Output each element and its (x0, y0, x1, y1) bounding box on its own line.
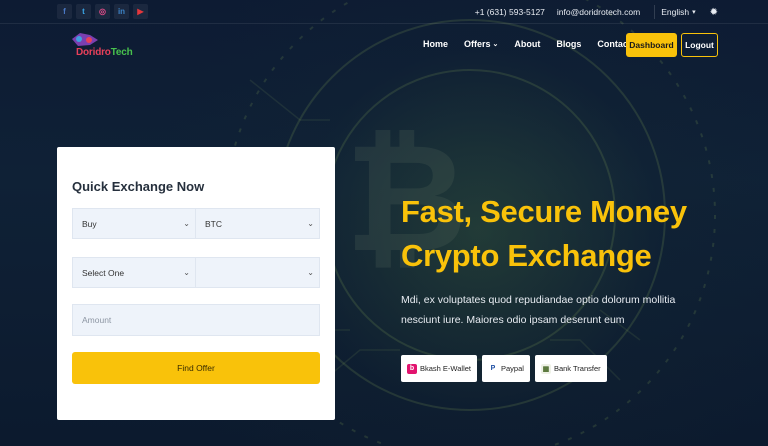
nav-offers[interactable]: Offers ⌄ (464, 39, 498, 49)
bkash-icon: b (407, 363, 417, 374)
divider (654, 5, 656, 19)
youtube-icon[interactable]: ▶ (133, 4, 148, 19)
chevron-down-icon: ⌄ (183, 268, 190, 277)
amount-input[interactable]: Amount (72, 304, 320, 336)
exchange-type-value: Buy (82, 218, 97, 229)
payment-paypal[interactable]: P Paypal (482, 355, 530, 382)
logo-text: DoridroTech (76, 47, 133, 58)
secondary-method-select[interactable]: ⌄ (195, 257, 320, 288)
payment-method-value: Select One (82, 267, 125, 278)
hero-title-line-2: Crypto Exchange (401, 238, 652, 273)
chevron-down-icon: ⌄ (492, 41, 499, 48)
amount-placeholder: Amount (82, 315, 112, 325)
logout-button[interactable]: Logout (681, 33, 718, 57)
hero-description: Mdi, ex voluptates quod repudiandae opti… (401, 294, 676, 326)
quick-exchange-card: Quick Exchange Now Buy ⌄ BTC ⌄ Select On… (57, 147, 335, 420)
hero-title-line-1: Fast, Secure Money (401, 194, 687, 229)
nav-blogs[interactable]: Blogs (556, 39, 581, 49)
payment-methods: b Bkash E-Wallet P Paypal ▦ Bank Transfe… (401, 355, 607, 382)
logo-part-2: Tech (110, 47, 133, 58)
payment-method-select[interactable]: Select One ⌄ (72, 257, 196, 288)
instagram-icon[interactable]: ◎ (95, 4, 110, 19)
site-logo[interactable]: DoridroTech (70, 31, 138, 63)
payment-label: Bank Transfer (553, 364, 601, 373)
chevron-down-icon: ⌄ (307, 268, 314, 277)
payment-label: Paypal (501, 364, 524, 373)
currency-value: BTC (205, 218, 222, 229)
nav-about[interactable]: About (514, 39, 540, 49)
paypal-icon: P (490, 365, 496, 372)
facebook-icon[interactable]: f (57, 4, 72, 19)
top-bar: f t ◎ in ▶ +1 (631) 593-5127 info@doridrotec… (0, 0, 768, 24)
language-select[interactable]: English ▾ (661, 7, 695, 17)
linkedin-icon[interactable]: in (114, 4, 129, 19)
chevron-down-icon: ⌄ (307, 219, 314, 228)
email-address[interactable]: info@doridrotech.com (557, 7, 640, 17)
payment-bkash[interactable]: b Bkash E-Wallet (401, 355, 477, 382)
bank-icon: ▦ (540, 363, 551, 374)
chevron-down-icon: ⌄ (183, 219, 190, 228)
main-nav: Home Offers ⌄ About Blogs Contact (423, 39, 647, 49)
chevron-down-icon: ▾ (692, 9, 696, 16)
dashboard-button[interactable]: Dashboard (626, 33, 677, 57)
contact-info: +1 (631) 593-5127 info@doridrotech.com E… (475, 5, 718, 19)
logo-part-1: Doridro (76, 47, 111, 58)
nav-offers-label: Offers (464, 39, 491, 49)
card-title: Quick Exchange Now (72, 179, 205, 194)
social-links: f t ◎ in ▶ (57, 4, 148, 19)
payment-label: Bkash E-Wallet (420, 364, 471, 373)
currency-select[interactable]: BTC ⌄ (195, 208, 320, 239)
twitter-icon[interactable]: t (76, 4, 91, 19)
language-label: English (661, 7, 690, 17)
find-offer-button[interactable]: Find Offer (72, 352, 320, 384)
nav-home[interactable]: Home (423, 39, 448, 49)
payment-bank[interactable]: ▦ Bank Transfer (534, 355, 607, 382)
exchange-type-select[interactable]: Buy ⌄ (72, 208, 196, 239)
hero-title: Fast, Secure Money Crypto Exchange (401, 190, 721, 278)
phone-number[interactable]: +1 (631) 593-5127 (475, 7, 545, 17)
settings-icon[interactable]: ✹ (710, 7, 718, 18)
